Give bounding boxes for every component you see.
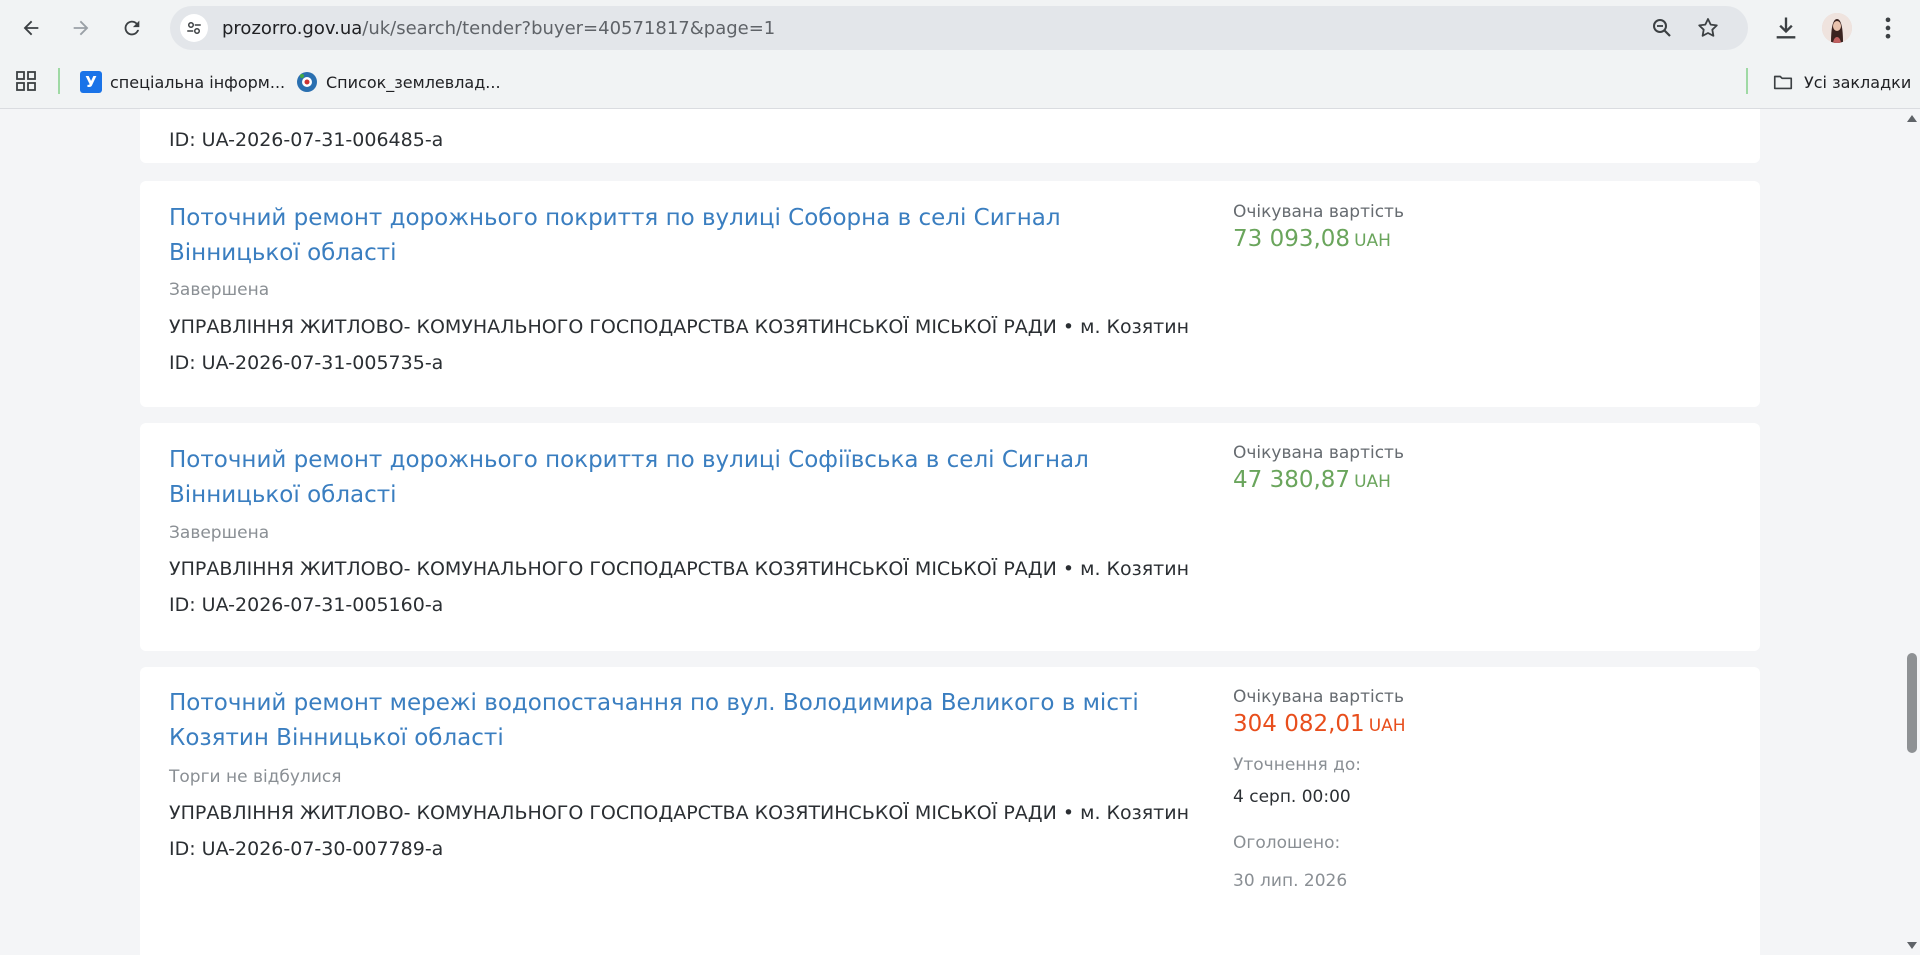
- amount: 304 082,01: [1233, 711, 1365, 737]
- reload-icon: [124, 20, 140, 36]
- tender-id: ID: UA-2026-07-31-006485-a: [169, 129, 444, 151]
- tender-status: Завершена: [169, 280, 270, 300]
- bookmark-label: Список_землевлад...: [326, 72, 501, 92]
- tender-value-block: Очікувана вартість 304 082,01 UAH Уточнен…: [1233, 687, 1406, 891]
- wiki-favicon-icon: [297, 72, 317, 92]
- menu-dots-icon[interactable]: [1874, 14, 1902, 42]
- clarification-deadline-label: Уточнення до:: [1233, 755, 1362, 775]
- bookmark-item-land-list[interactable]: Список_землевлад...: [296, 68, 501, 96]
- url-host: prozorro.gov.ua: [222, 18, 363, 39]
- tender-status: Завершена: [169, 523, 270, 543]
- bookmarks-separator: [58, 68, 60, 94]
- person-icon: [1822, 13, 1852, 43]
- all-bookmarks-button[interactable]: Усі закладки: [1772, 68, 1911, 96]
- tender-id: ID: UA-2026-07-31-005735-a: [169, 352, 444, 374]
- expected-value-label: Очікувана вартість: [1233, 202, 1404, 222]
- bookmark-star-icon[interactable]: [1696, 16, 1720, 40]
- amount: 73 093,08: [1233, 226, 1351, 252]
- bookmarks-separator: [1746, 68, 1748, 94]
- bookmark-label: спеціальна інформ...: [110, 72, 286, 92]
- reload-button[interactable]: [116, 12, 148, 44]
- tender-card: Поточний ремонт мережі водопостачання по…: [140, 667, 1760, 955]
- currency: UAH: [1354, 231, 1391, 251]
- u-favicon-icon: У: [80, 71, 102, 93]
- zoom-icon[interactable]: [1650, 16, 1674, 40]
- tender-card: Поточний ремонт дорожнього покриття по в…: [140, 423, 1760, 651]
- expected-value-label: Очікувана вартість: [1233, 687, 1404, 707]
- scroll-thumb[interactable]: [1907, 653, 1917, 753]
- tune-icon: [187, 22, 201, 34]
- download-icon[interactable]: [1772, 14, 1800, 42]
- all-bookmarks-label: Усі закладки: [1804, 72, 1912, 92]
- expected-value-amount: 73 093,08 UAH: [1233, 226, 1404, 252]
- apps-grid-icon[interactable]: [15, 70, 37, 92]
- tender-value-block: Очікувана вартість 47 380,87 UAH: [1233, 443, 1404, 493]
- clarification-deadline-value: 4 серп. 00:00: [1233, 787, 1351, 807]
- back-button[interactable]: [15, 12, 47, 44]
- announced-value: 30 лип. 2026: [1233, 871, 1348, 891]
- currency: UAH: [1368, 716, 1406, 736]
- expected-value-amount: 47 380,87 UAH: [1233, 467, 1404, 493]
- tender-card-previous: ID: UA-2026-07-31-006485-a: [140, 109, 1760, 163]
- arrow-left-icon: [23, 20, 39, 36]
- address-bar[interactable]: prozorro.gov.ua/uk/search/tender?buyer=4…: [170, 6, 1748, 50]
- arrow-right-icon: [73, 20, 89, 36]
- bookmarks-bar: У спеціальна інформ... Список_землевлад.…: [0, 56, 1920, 109]
- tender-id: ID: UA-2026-07-31-005160-a: [169, 594, 444, 616]
- tender-title-link[interactable]: Поточний ремонт дорожнього покриття по в…: [169, 443, 1169, 513]
- tender-buyer: УПРАВЛІННЯ ЖИТЛОВО- КОМУНАЛЬНОГО ГОСПОДА…: [169, 802, 1190, 824]
- tender-buyer: УПРАВЛІННЯ ЖИТЛОВО- КОМУНАЛЬНОГО ГОСПОДА…: [169, 316, 1190, 338]
- browser-toolbar: prozorro.gov.ua/uk/search/tender?buyer=4…: [0, 0, 1920, 56]
- currency: UAH: [1354, 472, 1391, 492]
- tender-status: Торги не відбулися: [169, 767, 342, 787]
- url-text[interactable]: prozorro.gov.ua/uk/search/tender?buyer=4…: [222, 18, 775, 39]
- tender-title-link[interactable]: Поточний ремонт дорожнього покриття по в…: [169, 201, 1169, 271]
- expected-value-label: Очікувана вартість: [1233, 443, 1404, 463]
- forward-button[interactable]: [65, 12, 97, 44]
- folder-icon: [1773, 75, 1793, 90]
- url-path: /uk/search/tender?buyer=40571817&page=1: [362, 18, 776, 39]
- bookmark-item-special-info[interactable]: У спеціальна інформ...: [80, 68, 285, 96]
- profile-avatar[interactable]: [1822, 13, 1852, 43]
- amount: 47 380,87: [1233, 467, 1351, 493]
- tender-title-link[interactable]: Поточний ремонт мережі водопостачання по…: [169, 686, 1169, 756]
- scroll-up-arrow-icon[interactable]: [1907, 115, 1917, 122]
- announced-label: Оголошено:: [1233, 833, 1341, 853]
- tender-value-block: Очікувана вартість 73 093,08 UAH: [1233, 202, 1404, 252]
- expected-value-amount: 304 082,01 UAH: [1233, 711, 1406, 737]
- site-info-button[interactable]: [180, 14, 208, 42]
- tender-card: Поточний ремонт дорожнього покриття по в…: [140, 181, 1760, 407]
- tender-id: ID: UA-2026-07-30-007789-a: [169, 838, 444, 860]
- scroll-down-arrow-icon[interactable]: [1907, 942, 1917, 949]
- page-scrollbar[interactable]: [1904, 109, 1920, 955]
- tender-buyer: УПРАВЛІННЯ ЖИТЛОВО- КОМУНАЛЬНОГО ГОСПОДА…: [169, 558, 1190, 580]
- page-content: ID: UA-2026-07-31-006485-a Поточний ремо…: [0, 109, 1904, 955]
